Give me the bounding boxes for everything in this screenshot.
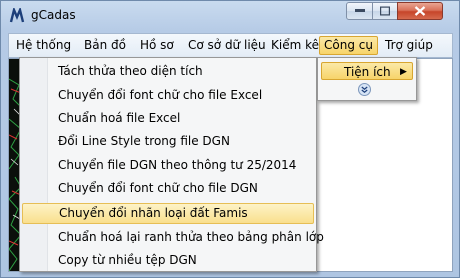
minimize-button[interactable] [346,2,373,20]
menu-item-dgn-tt25[interactable]: Chuyển file DGN theo thông tư 25/2014 [22,155,314,176]
expand-more-icon[interactable] [358,83,371,96]
menu-ban-do[interactable]: Bản đồ [80,37,130,54]
title-bar[interactable]: gCadas [1,1,459,31]
tien-ich-submenu: Tiện ích ▶ [317,57,417,101]
submenu-arrow-icon: ▶ [400,67,407,77]
gcadas-logo-icon [9,8,25,23]
menu-he-thong[interactable]: Hệ thống [12,37,75,54]
maximize-button[interactable] [372,2,398,20]
menu-cong-cu[interactable]: Công cụ [319,36,378,55]
menu-item-chuan-hoa-excel[interactable]: Chuẩn hoá file Excel [22,108,314,129]
menu-bar: Hệ thống Bản đồ Hồ sơ Cơ sở dữ liệu Kiểm… [8,33,453,58]
minimize-icon [354,9,365,12]
menu-item-nhan-loai-dat-famis[interactable]: Chuyển đổi nhãn loại đất Famis [22,203,314,224]
menu-item-font-excel[interactable]: Chuyển đổi font chữ cho file Excel [22,85,314,106]
menu-item-ranh-thua[interactable]: Chuẩn hoá lại ranh thửa theo bảng phân l… [22,227,324,248]
menu-kiem-ke[interactable]: Kiểm kê [267,37,323,54]
menu-item-copy-dgn[interactable]: Copy từ nhiều tệp DGN [22,250,314,271]
window-title: gCadas [31,8,76,22]
menu-ho-so[interactable]: Hồ sơ [136,37,178,54]
menu-tro-giup[interactable]: Trợ giúp [381,37,437,54]
menu-item-tach-thua[interactable]: Tách thửa theo diện tích [22,61,314,82]
maximize-icon [380,6,390,16]
menu-co-so-du-lieu[interactable]: Cơ sở dữ liệu [184,37,270,54]
menu-item-line-style-dgn[interactable]: Đổi Line Style trong file DGN [22,131,314,152]
close-icon [414,6,426,16]
menu-item-tien-ich[interactable]: Tiện ích ▶ [321,62,413,80]
tien-ich-label: Tiện ích [344,65,391,79]
close-button[interactable] [397,2,443,20]
menu-item-font-dgn[interactable]: Chuyển đổi font chữ cho file DGN [22,178,314,199]
cong-cu-dropdown-menu: Tách thửa theo diện tích Chuyển đổi font… [19,57,324,272]
